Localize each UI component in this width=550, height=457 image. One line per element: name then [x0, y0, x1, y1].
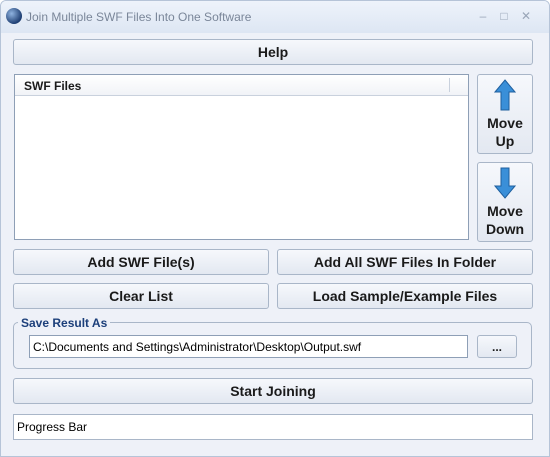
- arrow-down-icon: [494, 167, 516, 199]
- swf-file-list[interactable]: SWF Files: [14, 74, 469, 240]
- help-button[interactable]: Help: [13, 39, 533, 65]
- progress-bar: Progress Bar: [13, 414, 533, 440]
- move-up-label-line2: Up: [495, 133, 515, 149]
- arrow-up-icon: [494, 79, 516, 111]
- move-up-label-line1: Move: [487, 115, 523, 131]
- load-sample-button[interactable]: Load Sample/Example Files: [277, 283, 533, 309]
- window-title: Join Multiple SWF Files Into One Softwar…: [26, 10, 252, 24]
- minimize-button[interactable]: –: [474, 8, 492, 24]
- add-folder-button[interactable]: Add All SWF Files In Folder: [277, 249, 533, 275]
- move-up-button[interactable]: Move Up: [477, 74, 533, 154]
- close-button[interactable]: ✕: [517, 8, 535, 24]
- clear-list-button[interactable]: Clear List: [13, 283, 269, 309]
- add-swf-files-button[interactable]: Add SWF File(s): [13, 249, 269, 275]
- title-bar[interactable]: Join Multiple SWF Files Into One Softwar…: [1, 1, 549, 33]
- output-path-input[interactable]: [29, 335, 468, 358]
- main-window: Join Multiple SWF Files Into One Softwar…: [0, 0, 550, 457]
- column-separator: [449, 78, 450, 92]
- move-down-label-line1: Move: [487, 203, 523, 219]
- list-header: SWF Files: [15, 75, 468, 96]
- maximize-button[interactable]: □: [495, 8, 513, 24]
- start-joining-button[interactable]: Start Joining: [13, 378, 533, 404]
- save-result-label: Save Result As: [18, 316, 111, 330]
- browse-button[interactable]: ...: [477, 335, 517, 358]
- app-icon: [6, 8, 22, 24]
- column-header-swf-files[interactable]: SWF Files: [24, 79, 81, 93]
- move-down-label-line2: Down: [485, 221, 525, 237]
- move-down-button[interactable]: Move Down: [477, 162, 533, 242]
